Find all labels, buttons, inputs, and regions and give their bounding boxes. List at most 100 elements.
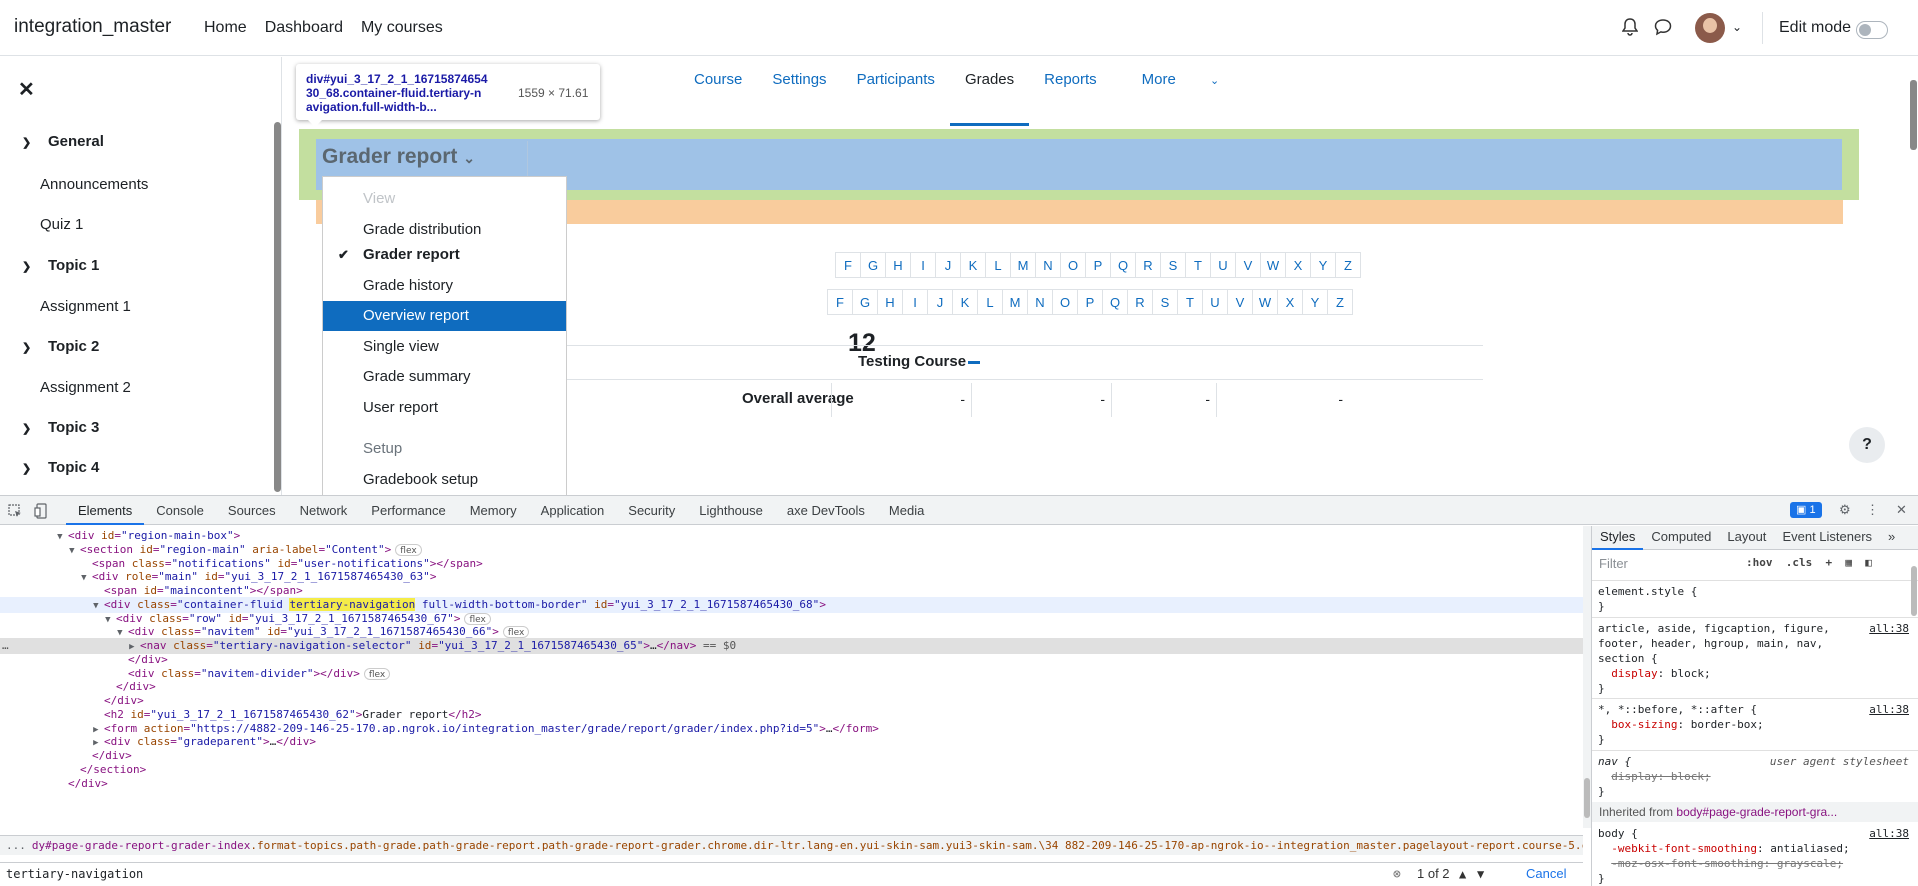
initial-letter-link[interactable]: K xyxy=(960,252,986,278)
initial-letter-link[interactable]: W xyxy=(1260,252,1286,278)
flex-badge[interactable]: flex xyxy=(502,626,530,639)
initial-letter-link[interactable]: M xyxy=(1002,289,1028,315)
tab-participants[interactable]: Participants xyxy=(842,71,950,111)
initial-letter-link[interactable]: Z xyxy=(1335,252,1361,278)
devtools-tab-console[interactable]: Console xyxy=(144,496,216,525)
close-drawer-icon[interactable]: ✕ xyxy=(18,77,35,102)
initial-letter-link[interactable]: Y xyxy=(1310,252,1336,278)
tab-event-listeners[interactable]: Event Listeners xyxy=(1774,526,1880,550)
user-avatar[interactable] xyxy=(1695,13,1725,43)
initial-letter-link[interactable]: J xyxy=(927,289,953,315)
tab-more[interactable]: More ⌄ xyxy=(1112,71,1250,111)
initial-letter-link[interactable]: Q xyxy=(1102,289,1128,315)
initial-letter-link[interactable]: O xyxy=(1060,252,1086,278)
devtools-tab-network[interactable]: Network xyxy=(288,496,360,525)
chevron-down-icon[interactable]: ❯ xyxy=(22,341,36,354)
dropdown-item-grade-history[interactable]: Grade history xyxy=(323,271,566,301)
hover-state-button[interactable]: :hov xyxy=(1746,556,1773,569)
initial-letter-link[interactable]: I xyxy=(910,252,936,278)
tab-settings[interactable]: Settings xyxy=(757,71,841,111)
initial-letter-link[interactable]: T xyxy=(1177,289,1203,315)
initial-letter-link[interactable]: U xyxy=(1210,252,1236,278)
devtools-tab-sources[interactable]: Sources xyxy=(216,496,288,525)
activity-assignment-1[interactable]: Assignment 1 xyxy=(40,298,131,315)
dropdown-item-single-view[interactable]: Single view xyxy=(323,332,566,362)
initial-letter-link[interactable]: W xyxy=(1252,289,1278,315)
chevron-down-icon[interactable]: ❯ xyxy=(22,136,36,149)
activity-assignment-2[interactable]: Assignment 2 xyxy=(40,379,131,396)
sidebar-toggle-icon[interactable]: ◧ xyxy=(1865,556,1872,569)
initial-letter-link[interactable]: P xyxy=(1085,252,1111,278)
initial-letter-link[interactable]: Q xyxy=(1110,252,1136,278)
more-tabs-icon[interactable]: » xyxy=(1880,526,1903,550)
tab-course[interactable]: Course xyxy=(679,71,757,111)
breadcrumb-overflow-icon[interactable]: ... xyxy=(0,839,32,852)
initial-letter-link[interactable]: N xyxy=(1027,289,1053,315)
more-options-icon[interactable]: ⋮ xyxy=(1866,502,1879,518)
issues-badge[interactable]: ▣ 1 xyxy=(1790,502,1822,518)
initial-letter-link[interactable]: M xyxy=(1010,252,1036,278)
initial-letter-link[interactable]: V xyxy=(1235,252,1261,278)
site-brand[interactable]: integration_master xyxy=(14,16,171,38)
page-scrollbar[interactable] xyxy=(1910,80,1917,150)
initial-letter-link[interactable]: Z xyxy=(1327,289,1353,315)
initial-letter-link[interactable]: H xyxy=(877,289,903,315)
settings-gear-icon[interactable]: ⚙ xyxy=(1839,502,1851,518)
styles-scrollbar[interactable] xyxy=(1911,566,1917,616)
class-toggle-button[interactable]: .cls xyxy=(1786,556,1813,569)
initial-letter-link[interactable]: V xyxy=(1227,289,1253,315)
initial-letter-link[interactable]: G xyxy=(852,289,878,315)
dropdown-item-user-report[interactable]: User report xyxy=(323,393,566,423)
initial-letter-link[interactable]: F xyxy=(827,289,853,315)
elements-scrollbar[interactable] xyxy=(1583,526,1591,828)
collapse-icon[interactable] xyxy=(968,360,981,364)
messages-icon[interactable] xyxy=(1654,18,1672,36)
tab-reports[interactable]: Reports xyxy=(1029,71,1112,111)
devtools-tab-security[interactable]: Security xyxy=(616,496,687,525)
drawer-scrollbar[interactable] xyxy=(274,122,281,492)
initial-letter-link[interactable]: R xyxy=(1127,289,1153,315)
clear-search-icon[interactable]: ⊗ xyxy=(1393,864,1401,886)
dropdown-item-overview-report[interactable]: Overview report xyxy=(323,301,566,331)
new-rule-icon[interactable]: + xyxy=(1826,556,1833,569)
section-topic-3[interactable]: ❯ Topic 3 xyxy=(22,419,99,436)
initial-letter-link[interactable]: H xyxy=(885,252,911,278)
initial-letter-link[interactable]: G xyxy=(860,252,886,278)
report-selector-button[interactable]: Grader report ⌄ xyxy=(322,145,475,169)
initial-letter-link[interactable]: T xyxy=(1185,252,1211,278)
devtools-tab-elements[interactable]: Elements xyxy=(66,496,145,525)
dropdown-item-gradebook-setup[interactable]: Gradebook setup xyxy=(323,465,566,495)
initial-letter-link[interactable]: L xyxy=(977,289,1003,315)
dom-node-line[interactable]: </div> xyxy=(0,776,1583,792)
initial-letter-link[interactable]: I xyxy=(902,289,928,315)
section-topic-2[interactable]: ❯ Topic 2 xyxy=(22,338,99,355)
dom-search-input[interactable]: tertiary-navigation xyxy=(6,863,143,885)
previous-match-icon[interactable]: ▲ xyxy=(1459,863,1466,885)
initial-letter-link[interactable]: F xyxy=(835,252,861,278)
section-general[interactable]: ❯ General xyxy=(22,133,104,150)
tab-layout[interactable]: Layout xyxy=(1719,526,1774,550)
initial-letter-link[interactable]: N xyxy=(1035,252,1061,278)
devtools-tab-media[interactable]: Media xyxy=(877,496,936,525)
initial-letter-link[interactable]: P xyxy=(1077,289,1103,315)
nav-my-courses[interactable]: My courses xyxy=(361,19,443,37)
chevron-down-icon[interactable]: ❯ xyxy=(22,462,36,475)
initial-letter-link[interactable]: L xyxy=(985,252,1011,278)
dropdown-item-grade-summary[interactable]: Grade summary xyxy=(323,362,566,392)
devtools-tab-application[interactable]: Application xyxy=(529,496,617,525)
devtools-tab-axe-devtools[interactable]: axe DevTools xyxy=(775,496,877,525)
help-button[interactable]: ? xyxy=(1849,427,1885,463)
section-topic-1[interactable]: ❯ Topic 1 xyxy=(22,257,99,274)
user-menu-chevron-down-icon[interactable]: ⌄ xyxy=(1732,20,1742,34)
nav-dashboard[interactable]: Dashboard xyxy=(265,19,343,37)
paint-icon[interactable]: ▦ xyxy=(1845,556,1852,569)
devtools-tab-lighthouse[interactable]: Lighthouse xyxy=(687,496,775,525)
flex-badge[interactable]: flex xyxy=(464,612,491,625)
initial-letter-link[interactable]: O xyxy=(1052,289,1078,315)
initial-letter-link[interactable]: R xyxy=(1135,252,1161,278)
nav-home[interactable]: Home xyxy=(204,19,247,37)
inspect-element-icon[interactable] xyxy=(8,504,22,518)
devtools-tab-performance[interactable]: Performance xyxy=(359,496,457,525)
devtools-tab-memory[interactable]: Memory xyxy=(458,496,529,525)
tab-styles[interactable]: Styles xyxy=(1592,526,1644,550)
